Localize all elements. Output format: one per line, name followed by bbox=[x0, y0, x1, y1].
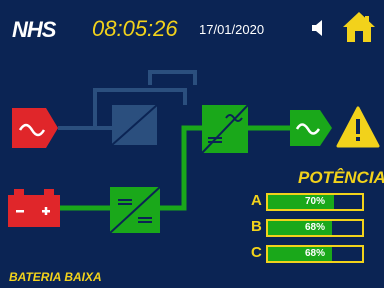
phase-c-label: C bbox=[251, 244, 262, 261]
power-title: POTÊNCIA bbox=[298, 168, 384, 187]
phase-c-bar: 68% bbox=[266, 245, 364, 263]
phase-a-label: A bbox=[251, 192, 262, 209]
phase-b-bar: 68% bbox=[266, 219, 364, 237]
phase-a-value: 70% bbox=[304, 196, 325, 207]
dc-ac-inverter-icon[interactable] bbox=[201, 104, 249, 154]
bypass-converter-icon bbox=[111, 104, 158, 146]
ac-source-icon[interactable] bbox=[12, 108, 58, 148]
ac-output-icon[interactable] bbox=[290, 110, 332, 146]
phase-b-label: B bbox=[251, 218, 262, 235]
dc-dc-converter-icon[interactable] bbox=[109, 186, 161, 234]
battery-icon[interactable] bbox=[8, 189, 60, 227]
warning-icon[interactable] bbox=[336, 106, 380, 148]
phase-a-bar: 70% bbox=[266, 193, 364, 211]
phase-c-value: 68% bbox=[304, 248, 325, 259]
status-message: BATERIA BAIXA bbox=[9, 270, 102, 284]
phase-b-value: 68% bbox=[304, 222, 325, 233]
